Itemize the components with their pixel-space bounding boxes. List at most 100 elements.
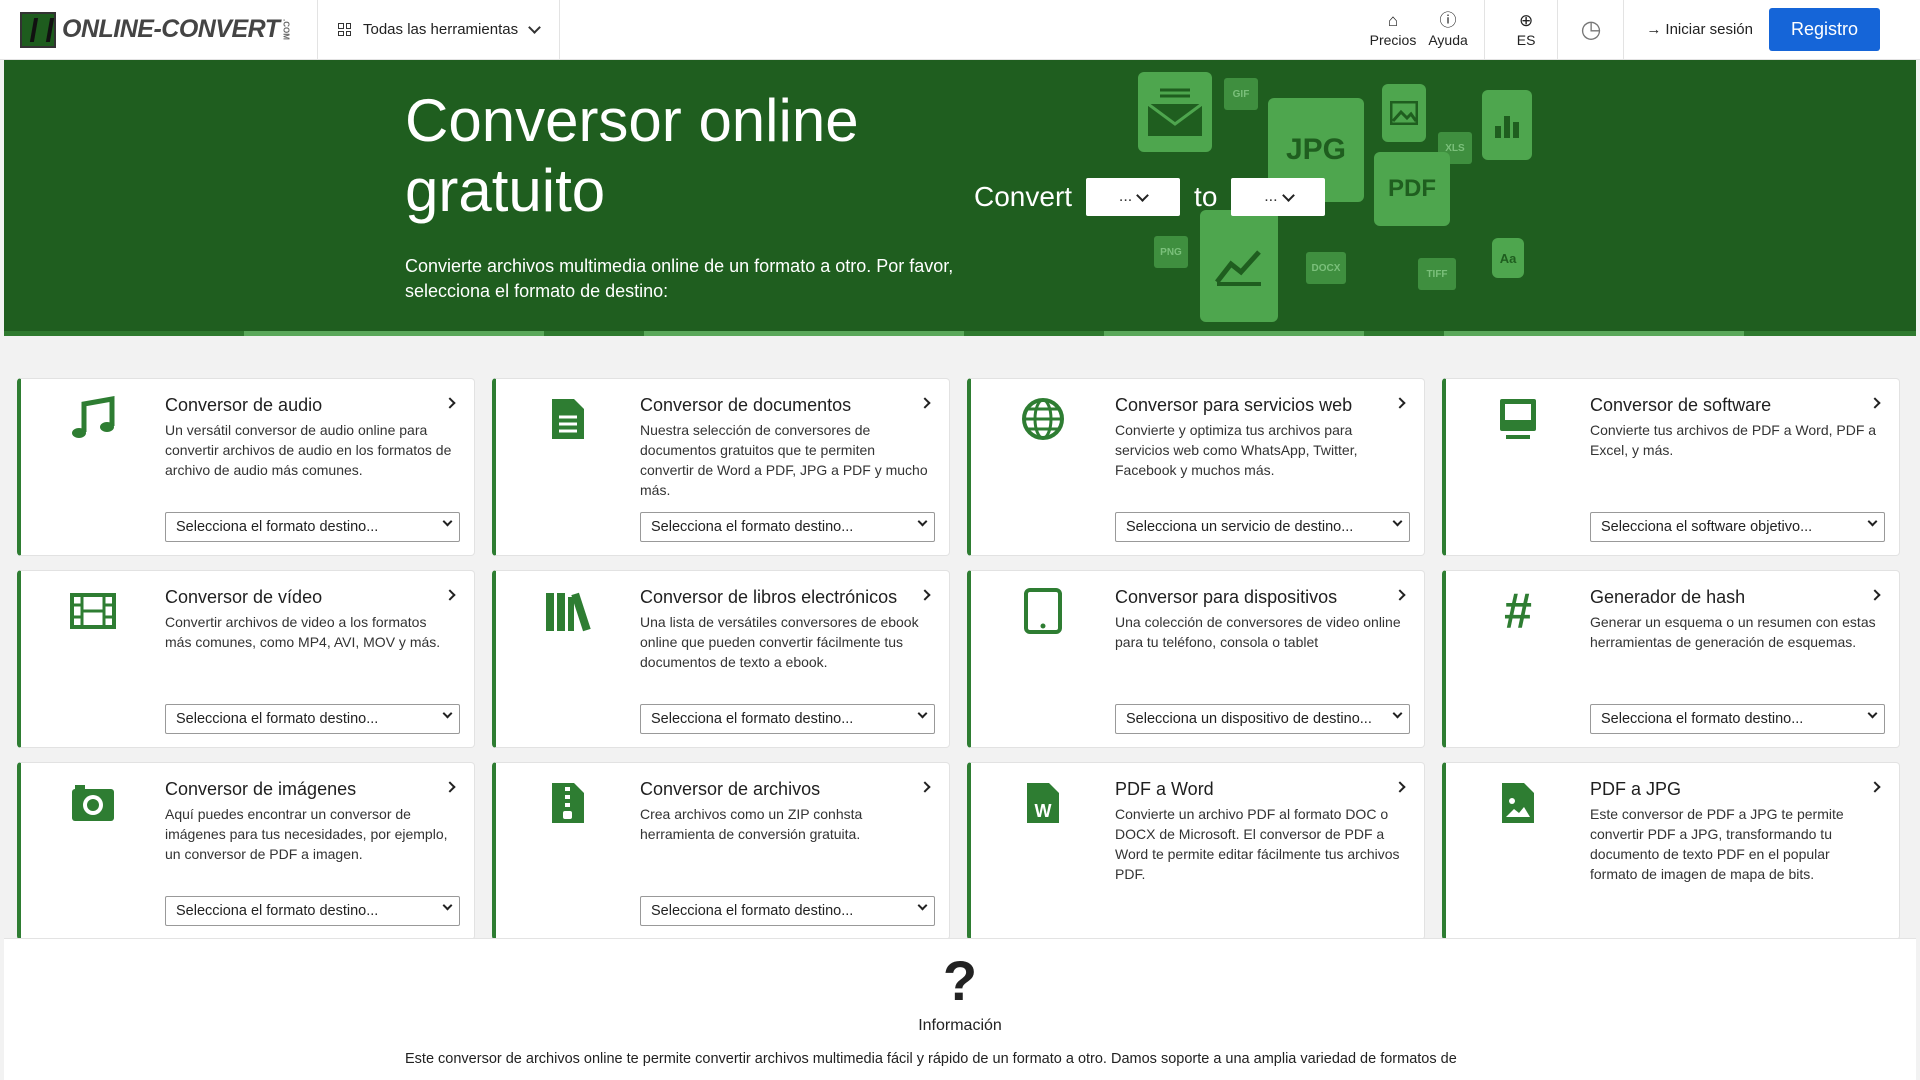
target-format-select[interactable]: Selecciona el formato destino... (640, 896, 935, 926)
pdf-label: PDF (1388, 175, 1436, 202)
converter-card-hash[interactable]: # Generador de hash Generar un esquema o… (1442, 570, 1900, 748)
card-description: Una lista de versátiles conversores de e… (640, 614, 919, 670)
card-description: Este conversor de PDF a JPG te permite c… (1590, 806, 1844, 882)
register-button[interactable]: Registro (1768, 8, 1880, 51)
target-format-select[interactable]: Selecciona el formato destino... (640, 704, 935, 734)
image-file-icon (1382, 84, 1426, 142)
target-format-select[interactable]: Selecciona el formato destino... (165, 704, 460, 734)
logo-suffix: .COM (281, 19, 291, 40)
from-format-value: ... (1118, 188, 1133, 205)
camera-icon (69, 779, 117, 827)
card-title: Conversor de libros electrónicos (640, 587, 898, 607)
card-description: Convertir archivos de video a los format… (165, 614, 441, 650)
converter-card-video[interactable]: Conversor de vídeo Convertir archivos de… (17, 570, 475, 748)
converter-card-software[interactable]: Conversor de software Convierte tus arch… (1442, 378, 1900, 556)
converter-card-images[interactable]: Conversor de imágenes Aquí puedes encont… (17, 762, 475, 940)
info-text: Este conversor de archivos online te per… (405, 1051, 1457, 1067)
card-description: Convierte tus archivos de PDF a Word, PD… (1590, 422, 1877, 458)
card-title: Conversor para dispositivos (1115, 587, 1338, 607)
card-title: PDF a Word (1115, 779, 1214, 799)
chevron-right-icon (1869, 397, 1881, 409)
converter-card-audio[interactable]: Conversor de audio Un versátil conversor… (17, 378, 475, 556)
globe-icon: ⊕ (1519, 10, 1534, 30)
docx-file-icon: DOCX (1306, 252, 1346, 284)
converter-card-archives[interactable]: Conversor de archivos Crea archivos como… (492, 762, 950, 940)
pricing-link[interactable]: ⌂ Precios (1364, 0, 1423, 59)
card-title: Conversor de archivos (640, 779, 821, 799)
select-value: Selecciona el formato destino... (1601, 711, 1804, 727)
to-format-select[interactable]: ... (1231, 178, 1326, 216)
chevron-down-icon (1392, 516, 1403, 527)
chevron-right-icon (444, 781, 456, 793)
image-file-icon (1494, 779, 1542, 827)
tablet-icon (1019, 587, 1067, 635)
zip-file-icon (544, 779, 592, 827)
converter-card-ebooks[interactable]: Conversor de libros electrónicos Una lis… (492, 570, 950, 748)
to-format-value: ... (1264, 188, 1278, 205)
logo-icon (20, 11, 56, 48)
target-device-select[interactable]: Selecciona un dispositivo de destino... (1115, 704, 1410, 734)
tag-icon: ⌂ (1387, 10, 1399, 30)
chevron-down-icon (1281, 188, 1295, 202)
card-title: Conversor para servicios web (1115, 395, 1353, 415)
chevron-right-icon (1869, 589, 1881, 601)
language-label: ES (1516, 31, 1536, 48)
history-clock-icon[interactable]: ◷ (1558, 0, 1623, 59)
select-value: Selecciona el formato destino... (651, 711, 854, 727)
help-label: Ayuda (1428, 31, 1468, 48)
info-section: ? Información Este conversor de archivos… (4, 938, 1916, 1080)
card-description: Convierte un archivo PDF al formato DOC … (1115, 806, 1400, 882)
chevron-down-icon (1867, 708, 1878, 719)
chevron-down-icon (528, 21, 541, 34)
select-value: Selecciona el software objetivo... (1601, 519, 1813, 535)
font-file-icon: Aa (1492, 238, 1524, 278)
converter-card-pdf-to-word[interactable]: W PDF a Word Convierte un archivo PDF al… (967, 762, 1425, 940)
card-description: Aquí puedes encontrar un conversor de im… (165, 806, 448, 862)
music-note-icon (69, 395, 117, 443)
target-service-select[interactable]: Selecciona un servicio de destino... (1115, 512, 1410, 542)
chevron-down-icon (1392, 708, 1403, 719)
monitor-icon (1494, 395, 1542, 443)
books-icon (544, 587, 592, 635)
png-file-icon: PNG (1154, 236, 1188, 268)
login-link[interactable]: → Iniciar sesión (1624, 0, 1769, 59)
login-label: Iniciar sesión (1665, 21, 1753, 38)
target-format-select[interactable]: Selecciona el formato destino... (640, 512, 935, 542)
card-title: PDF a JPG (1590, 779, 1682, 799)
svg-text:W: W (1035, 801, 1052, 821)
pdf-file-icon: PDF (1374, 152, 1450, 226)
select-value: Selecciona un dispositivo de destino... (1126, 711, 1372, 727)
hero-banner: Conversor online gratuito Convierte arch… (4, 60, 1916, 336)
target-software-select[interactable]: Selecciona el software objetivo... (1590, 512, 1885, 542)
converter-card-devices[interactable]: Conversor para dispositivos Una colecció… (967, 570, 1425, 748)
select-value: Selecciona el formato destino... (651, 519, 854, 535)
chevron-down-icon (442, 900, 453, 911)
chevron-down-icon (442, 516, 453, 527)
select-value: Selecciona el formato destino... (176, 519, 379, 535)
all-tools-menu[interactable]: Todas las herramientas (318, 0, 561, 59)
chevron-down-icon (1867, 516, 1878, 527)
help-link[interactable]: ⓘ Ayuda (1422, 0, 1473, 59)
select-value: Selecciona el formato destino... (176, 711, 379, 727)
hash-icon: # (1504, 583, 1532, 639)
question-circle-icon: ⓘ (1439, 10, 1457, 30)
card-description: Crea archivos como un ZIP conhsta herram… (640, 806, 863, 842)
word-file-icon: W (1019, 779, 1067, 827)
chevron-down-icon (917, 516, 928, 527)
converter-card-web-services[interactable]: Conversor para servicios web Convierte y… (967, 378, 1425, 556)
language-selector[interactable]: ⊕ ES (1495, 0, 1558, 59)
site-logo[interactable]: ONLINE-CONVERT .COM (0, 0, 318, 59)
from-format-select[interactable]: ... (1086, 178, 1181, 216)
target-format-select[interactable]: Selecciona el formato destino... (1590, 704, 1885, 734)
chevron-down-icon (1136, 188, 1150, 202)
chevron-right-icon (1869, 781, 1881, 793)
converter-card-pdf-to-jpg[interactable]: PDF a JPG Este conversor de PDF a JPG te… (1442, 762, 1900, 940)
tiff-file-icon: TIFF (1418, 258, 1456, 290)
chevron-right-icon (1394, 589, 1406, 601)
select-value: Selecciona el formato destino... (651, 903, 854, 919)
target-format-select[interactable]: Selecciona el formato destino... (165, 512, 460, 542)
grid-icon (338, 23, 351, 36)
target-format-select[interactable]: Selecciona el formato destino... (165, 896, 460, 926)
chevron-down-icon (442, 708, 453, 719)
converter-card-documents[interactable]: Conversor de documentos Nuestra selecció… (492, 378, 950, 556)
